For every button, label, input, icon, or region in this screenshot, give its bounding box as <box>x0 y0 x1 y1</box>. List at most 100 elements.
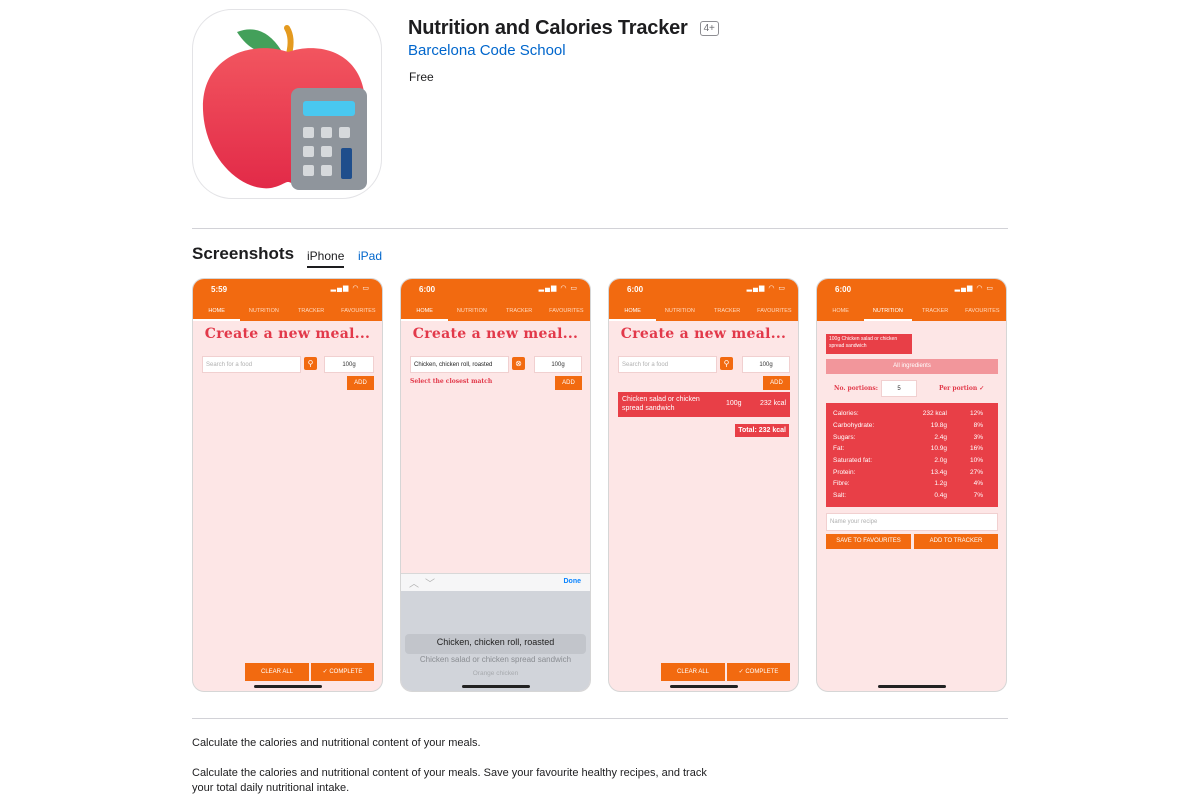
phone-header: 6:00 ▂▄▆ ◠ ▭ HOME NUTRITION TRACKER FAVO… <box>401 279 590 321</box>
clear-icon: ⊗ <box>512 357 525 370</box>
meal-headline: Create a new meal... <box>620 326 787 342</box>
app-price: Free <box>409 70 434 84</box>
phone-nav: HOME NUTRITION TRACKER FAVOURITES <box>401 304 590 321</box>
developer-link[interactable]: Barcelona Code School <box>408 42 566 59</box>
meal-headline: Create a new meal... <box>204 326 371 342</box>
description-long-2: your total daily nutritional intake. <box>192 782 350 794</box>
phone-nav: HOME NUTRITION TRACKER FAVOURITES <box>817 304 1006 321</box>
phone-nav: HOME NUTRITION TRACKER FAVOURITES <box>609 304 798 321</box>
complete-button: ✓ COMPLETE <box>311 663 374 681</box>
picker-option: Orange chicken <box>472 670 519 677</box>
food-search-input: Search for a food <box>618 356 717 373</box>
add-to-tracker-button: ADD TO TRACKER <box>914 534 998 549</box>
picker-toolbar: ︿ ﹀ Done <box>401 573 590 591</box>
phone-header: 6:00 ▂▄▆ ◠ ▭ HOME NUTRITION TRACKER FAVO… <box>817 279 1006 321</box>
chevron-up-icon: ︿ <box>409 579 419 590</box>
meal-item-name: Chicken salad or chicken spread sandwich <box>622 396 700 412</box>
description-short: Calculate the calories and nutritional c… <box>192 737 481 749</box>
app-icon <box>192 9 382 199</box>
status-time: 6:00 <box>835 285 852 294</box>
quantity-input: 100g <box>742 356 790 373</box>
nav-favourites: FAVOURITES <box>965 308 1000 314</box>
recipe-name-input: Name your recipe <box>826 513 998 531</box>
status-icons: ▂▄▆ ◠ ▭ <box>954 285 994 292</box>
apple-calculator-icon <box>202 25 367 190</box>
complete-button: ✓ COMPLETE <box>727 663 790 681</box>
quantity-input: 100g <box>324 356 374 373</box>
status-time: 6:00 <box>627 285 644 294</box>
home-indicator <box>461 685 530 688</box>
add-button: ADD <box>555 376 582 390</box>
nutrition-table: Calories: 232 kcal 12% Carbohydrate: 19.8g 8… <box>826 403 998 507</box>
meal-headline: Create a new meal... <box>412 326 579 342</box>
meal-item-row: Chicken salad or chicken spread sandwich… <box>618 392 790 417</box>
search-icon: ⚲ <box>720 357 733 370</box>
nav-nutrition: NUTRITION <box>248 308 279 314</box>
screenshot-3[interactable]: 6:00 ▂▄▆ ◠ ▭ HOME NUTRITION TRACKER FAVO… <box>608 278 799 692</box>
screenshot-2[interactable]: 6:00 ▂▄▆ ◠ ▭ HOME NUTRITION TRACKER FAVO… <box>400 278 591 692</box>
description-long-1: Calculate the calories and nutritional c… <box>192 767 707 779</box>
nutrient-row: Protein: 13.4g 27% <box>833 468 983 476</box>
age-rating-badge: 4+ <box>699 21 719 36</box>
screenshot-4[interactable]: 6:00 ▂▄▆ ◠ ▭ HOME NUTRITION TRACKER FAVO… <box>816 278 1007 692</box>
home-indicator <box>253 685 322 688</box>
screenshot-1[interactable]: 5:59 ▂▄▆ ◠ ▭ HOME NUTRITION TRACKER FAVO… <box>192 278 383 692</box>
meal-item-qty: 100g <box>726 400 742 407</box>
nav-tracker: TRACKER <box>297 308 325 314</box>
screenshots-heading: Screenshots <box>192 244 295 263</box>
nutrient-row: Saturated fat: 2.0g 10% <box>833 457 983 465</box>
food-picker: Chicken, chicken roll, roasted Chicken s… <box>401 591 590 691</box>
quantity-input: 100g <box>534 356 582 373</box>
status-icons: ▂▄▆ ◠ ▭ <box>746 285 786 292</box>
nutrient-row: Fibre: 1.2g 4% <box>833 480 983 488</box>
tab-iphone[interactable]: iPhone <box>307 249 345 268</box>
divider <box>192 228 1008 229</box>
home-indicator <box>669 685 738 688</box>
per-portion-toggle: Per portion ✓ <box>939 385 985 392</box>
picker-option: Chicken salad or chicken spread sandwich <box>419 655 572 664</box>
nutrient-row: Calories: 232 kcal 12% <box>833 410 983 418</box>
search-icon: ⚲ <box>304 357 317 370</box>
app-title: Nutrition and Calories Tracker 4+ <box>408 17 719 40</box>
clear-all-button: CLEAR ALL <box>661 663 725 681</box>
nutrient-row: Sugars: 2.4g 3% <box>833 433 983 441</box>
portions-label: No. portions: <box>834 385 878 392</box>
nav-home: HOME <box>832 308 849 314</box>
nav-nutrition: NUTRITION <box>456 308 487 314</box>
status-icons: ▂▄▆ ◠ ▭ <box>330 285 370 292</box>
food-search-input: Search for a food <box>202 356 301 373</box>
nav-tracker: TRACKER <box>921 308 949 314</box>
add-button: ADD <box>763 376 790 390</box>
nav-favourites: FAVOURITES <box>757 308 792 314</box>
all-ingredients-button: All ingredients <box>826 359 998 374</box>
nutrient-row: Fat: 10.9g 16% <box>833 445 983 453</box>
app-title-text: Nutrition and Calories Tracker <box>408 17 688 39</box>
nav-tracker: TRACKER <box>505 308 533 314</box>
phone-header: 6:00 ▂▄▆ ◠ ▭ HOME NUTRITION TRACKER FAVO… <box>609 279 798 321</box>
total-kcal: Total: 232 kcal <box>735 424 789 437</box>
tab-ipad[interactable]: iPad <box>358 249 382 266</box>
nav-nutrition: NUTRITION <box>664 308 695 314</box>
match-hint: Select the closest match <box>410 378 493 385</box>
nav-tracker: TRACKER <box>713 308 741 314</box>
nav-favourites: FAVOURITES <box>341 308 376 314</box>
nav-favourites: FAVOURITES <box>549 308 584 314</box>
nav-home: HOME <box>193 304 241 321</box>
nutrient-row: Carbohydrate: 19.8g 8% <box>833 422 983 430</box>
ingredient-tag: 100g Chicken salad or chicken spread san… <box>826 334 912 354</box>
done-button: Done <box>563 578 582 585</box>
status-time: 6:00 <box>419 285 436 294</box>
chevron-down-icon: ﹀ <box>425 579 435 590</box>
nav-nutrition: NUTRITION <box>864 304 912 321</box>
portions-input: 5 <box>881 380 917 397</box>
nutrient-row: Salt: 0.4g 7% <box>833 492 983 500</box>
status-icons: ▂▄▆ ◠ ▭ <box>538 285 578 292</box>
picker-option: Chicken, chicken roll, roasted <box>436 637 555 647</box>
phone-nav: HOME NUTRITION TRACKER FAVOURITES <box>193 304 382 321</box>
nav-home: HOME <box>401 304 449 321</box>
divider <box>192 718 1008 719</box>
nav-home: HOME <box>609 304 657 321</box>
save-to-favourites-button: SAVE TO FAVOURITES <box>826 534 911 549</box>
status-time: 5:59 <box>211 285 228 294</box>
phone-header: 5:59 ▂▄▆ ◠ ▭ HOME NUTRITION TRACKER FAVO… <box>193 279 382 321</box>
